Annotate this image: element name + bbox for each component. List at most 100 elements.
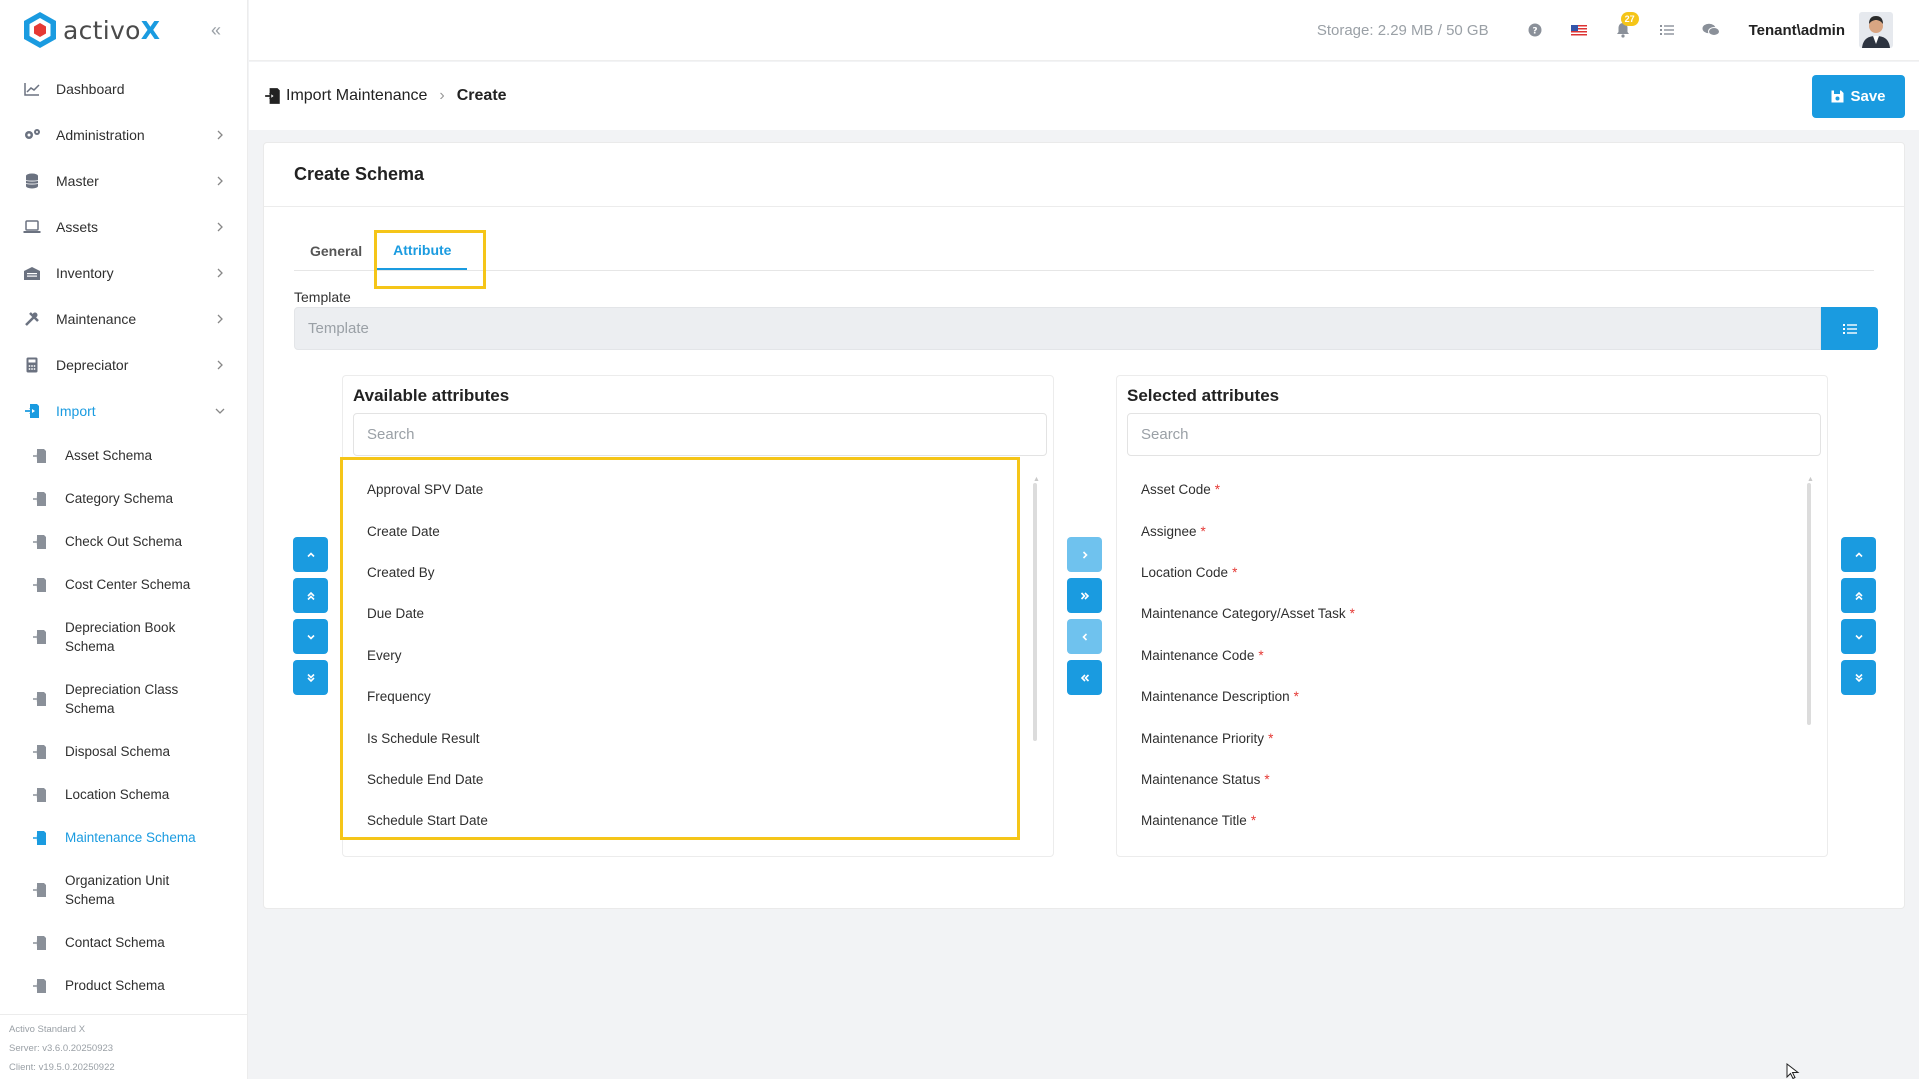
page-header: Import Maintenance › Create Save	[249, 62, 1919, 130]
chevron-down-icon	[1854, 634, 1863, 640]
sidebar-item-dashboard[interactable]: Dashboard	[0, 66, 247, 112]
required-marker: *	[1250, 813, 1257, 829]
move-all-left-button[interactable]	[1067, 660, 1102, 695]
save-button[interactable]: Save	[1812, 74, 1905, 118]
sidebar-subitem-depreciation-class-schema[interactable]: Depreciation Class Schema	[0, 668, 247, 730]
sidebar-subitem-depreciation-book-schema[interactable]: Depreciation Book Schema	[0, 606, 247, 668]
selected-attributes-list: Asset Code * Assignee * Location Code * Mai…	[1127, 469, 1787, 842]
move-down-button[interactable]	[293, 619, 328, 654]
sidebar-subitem-disposal-schema[interactable]: Disposal Schema	[0, 730, 247, 773]
collapse-sidebar-icon[interactable]: «	[211, 20, 221, 41]
required-marker: *	[1200, 523, 1206, 539]
chevron-right-icon	[217, 176, 223, 186]
scrollbar-thumb[interactable]	[1807, 483, 1811, 725]
available-search-input[interactable]	[353, 413, 1047, 456]
list-item[interactable]: Asset Code *	[1127, 469, 1787, 510]
selected-search-input[interactable]	[1127, 413, 1821, 456]
breadcrumb-parent[interactable]: Import Maintenance	[286, 87, 427, 105]
sidebar-item-label: Inventory	[56, 265, 114, 281]
sidebar-item-master[interactable]: Master	[0, 158, 247, 204]
breadcrumb-separator-icon: ›	[439, 87, 445, 104]
chevron-right-icon	[217, 130, 223, 140]
move-bottom-button[interactable]	[293, 660, 328, 695]
card-title: Create Schema	[264, 143, 1904, 207]
move-down-button[interactable]	[1841, 619, 1876, 654]
sidebar-subitem-organization-unit-schema[interactable]: Organization Unit Schema	[0, 859, 247, 921]
avatar[interactable]	[1859, 12, 1893, 48]
selected-attributes-title: Selected attributes	[1127, 386, 1280, 405]
move-top-button[interactable]	[293, 578, 328, 613]
required-marker: *	[1268, 730, 1274, 746]
move-up-button[interactable]	[293, 537, 328, 572]
list-item[interactable]: Maintenance Code *	[1127, 635, 1787, 676]
list-item[interactable]: Maintenance Title *	[1127, 800, 1787, 841]
sidebar-subitem-asset-schema[interactable]: Asset Schema	[0, 434, 247, 477]
chevron-up-icon	[1854, 551, 1863, 557]
sidebar-subitem-maintenance-schema[interactable]: Maintenance Schema	[0, 816, 247, 859]
task-list-icon[interactable]	[1657, 20, 1677, 40]
import-file-icon	[33, 978, 46, 993]
user-name[interactable]: Tenant\admin	[1749, 22, 1845, 39]
us-flag-icon[interactable]	[1569, 20, 1589, 40]
selected-scrollbar[interactable]: ▲	[1807, 476, 1814, 746]
sidebar-item-label: Import	[56, 403, 96, 419]
sidebar-item-inventory[interactable]: Inventory	[0, 250, 247, 296]
logo-text: activoX	[63, 15, 161, 45]
tools-icon	[22, 309, 42, 329]
list-item[interactable]: Maintenance Status *	[1127, 759, 1787, 800]
import-file-icon	[33, 692, 46, 706]
template-label: Template	[294, 289, 351, 305]
sidebar-item-administration[interactable]: Administration	[0, 112, 247, 158]
move-top-button[interactable]	[1841, 578, 1876, 613]
chevron-left-icon	[1081, 632, 1087, 641]
notification-count: 27	[1620, 12, 1639, 26]
sidebar-item-depreciator[interactable]: Depreciator	[0, 342, 247, 388]
sidebar-nav: Dashboard Administration Master Assets I…	[0, 66, 247, 434]
available-scrollbar[interactable]: ▲	[1033, 476, 1040, 746]
sidebar-subitem-check-out-schema[interactable]: Check Out Schema	[0, 520, 247, 563]
import-file-icon	[33, 787, 46, 802]
chevron-right-icon	[1082, 550, 1088, 559]
list-item[interactable]: Location Code *	[1127, 552, 1787, 593]
floppy-disk-icon	[1831, 90, 1844, 102]
move-bottom-button[interactable]	[1841, 660, 1876, 695]
chat-icon[interactable]	[1701, 20, 1721, 40]
import-file-icon	[33, 630, 46, 644]
product-name: Activo Standard X	[9, 1024, 86, 1035]
chevron-up-icon	[306, 551, 315, 557]
template-input[interactable]: Template	[294, 307, 1821, 350]
chevron-right-icon	[217, 360, 223, 370]
list-item[interactable]: Assignee *	[1127, 510, 1787, 551]
move-selected-right-button[interactable]	[1067, 537, 1102, 572]
move-all-right-button[interactable]	[1067, 578, 1102, 613]
sidebar-item-import[interactable]: Import	[0, 388, 247, 434]
sidebar-item-label: Depreciator	[56, 357, 129, 373]
template-picker-button[interactable]	[1821, 307, 1878, 350]
scrollbar-thumb[interactable]	[1033, 483, 1037, 741]
tab-general[interactable]: General	[294, 231, 378, 270]
chart-icon	[22, 79, 42, 99]
move-selected-left-button[interactable]	[1067, 619, 1102, 654]
sidebar-subitem-cost-center-schema[interactable]: Cost Center Schema	[0, 563, 247, 606]
sidebar: activoX « Dashboard Administration Maste…	[0, 0, 248, 1079]
list-item[interactable]: Maintenance Priority *	[1127, 717, 1787, 758]
notification-bell-icon[interactable]: 27	[1613, 12, 1639, 40]
list-item[interactable]: Maintenance Category/Asset Task *	[1127, 593, 1787, 634]
sidebar-subitem-category-schema[interactable]: Category Schema	[0, 477, 247, 520]
sidebar-subitem-product-schema[interactable]: Product Schema	[0, 964, 247, 1007]
required-marker: *	[1293, 689, 1299, 705]
sidebar-subitem-contact-schema[interactable]: Contact Schema	[0, 921, 247, 964]
svg-text:?: ?	[1532, 27, 1537, 37]
help-icon[interactable]: ?	[1525, 20, 1545, 40]
sidebar-item-maintenance[interactable]: Maintenance	[0, 296, 247, 342]
transfer-buttons	[1067, 537, 1102, 701]
highlight-box-available-list	[340, 457, 1020, 840]
scroll-up-icon: ▲	[1033, 476, 1040, 483]
required-marker: *	[1264, 771, 1270, 787]
sidebar-subitem-location-schema[interactable]: Location Schema	[0, 773, 247, 816]
list-icon	[1842, 323, 1857, 334]
list-item[interactable]: Maintenance Description *	[1127, 676, 1787, 717]
move-up-button[interactable]	[1841, 537, 1876, 572]
sidebar-item-assets[interactable]: Assets	[0, 204, 247, 250]
import-file-icon	[33, 534, 46, 549]
